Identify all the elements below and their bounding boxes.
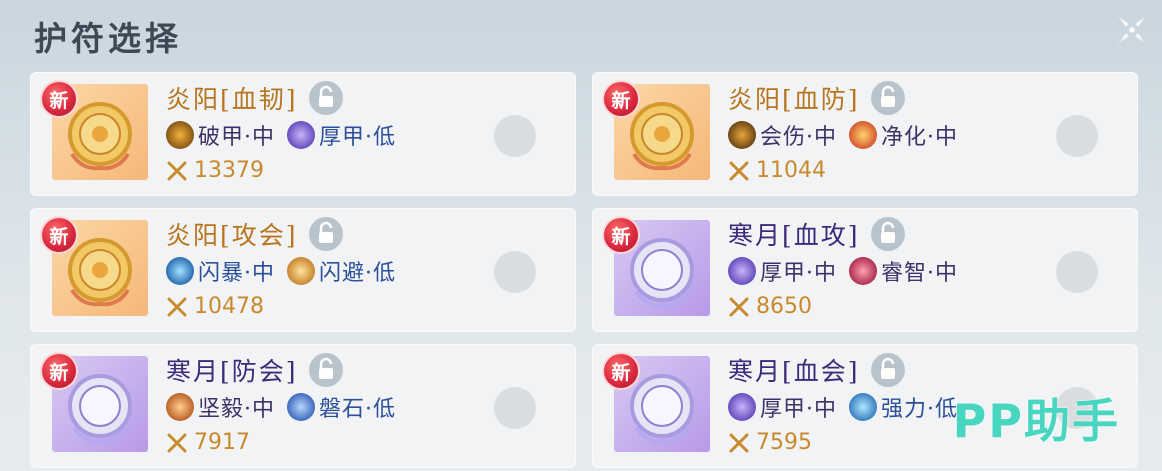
new-badge: 新 — [42, 354, 76, 388]
select-radio[interactable] — [1056, 251, 1098, 293]
armor-break-icon — [166, 121, 194, 149]
new-badge: 新 — [604, 82, 638, 116]
close-icon[interactable] — [1112, 10, 1152, 50]
power-value: 7595 — [756, 430, 812, 455]
property: 强力·低 — [849, 391, 958, 423]
property: 坚毅·中 — [166, 391, 275, 423]
lock-icon[interactable] — [870, 80, 906, 116]
property-label: 坚毅·中 — [198, 397, 275, 422]
combat-power: 7595 — [728, 430, 812, 455]
charm-properties: 厚甲·中 强力·低 — [728, 392, 970, 422]
wisdom-icon — [849, 257, 877, 285]
crossed-swords-icon — [167, 297, 187, 316]
property-label: 厚甲·中 — [760, 397, 837, 422]
charm-properties: 坚毅·中 磐石·低 — [166, 392, 408, 422]
property: 净化·中 — [849, 119, 958, 151]
property: 闪暴·中 — [166, 255, 275, 287]
charm-properties: 厚甲·中 睿智·中 — [728, 256, 970, 286]
crossed-swords-icon — [729, 297, 749, 316]
property-label: 厚甲·中 — [760, 261, 837, 286]
combat-power: 11044 — [728, 158, 826, 183]
charm-name: 炎阳[血防] — [728, 85, 860, 114]
charm-name: 寒月[血攻] — [728, 221, 860, 250]
charm-card[interactable]: 新 寒月[血攻] 厚甲·中 睿智·中 8650 — [592, 208, 1138, 332]
power-value: 7917 — [194, 430, 250, 455]
property-label: 会伤·中 — [760, 125, 837, 150]
charm-name: 寒月[防会] — [166, 357, 298, 386]
page-title: 护符选择 — [34, 19, 182, 58]
new-badge: 新 — [42, 82, 76, 116]
property: 厚甲·中 — [728, 255, 837, 287]
new-badge: 新 — [604, 218, 638, 252]
new-badge: 新 — [42, 218, 76, 252]
power-value: 13379 — [194, 158, 264, 183]
charm-card[interactable]: 新 炎阳[血韧] 破甲·中 厚甲·低 13379 — [30, 72, 576, 196]
select-radio[interactable] — [494, 387, 536, 429]
select-radio[interactable] — [1056, 115, 1098, 157]
power-value: 8650 — [756, 294, 812, 319]
resolute-icon — [166, 393, 194, 421]
property-label: 闪避·低 — [319, 261, 396, 286]
crossed-swords-icon — [729, 433, 749, 452]
charm-properties: 闪暴·中 闪避·低 — [166, 256, 408, 286]
property: 磐石·低 — [287, 391, 396, 423]
thick-armor-icon — [728, 257, 756, 285]
lock-icon[interactable] — [308, 80, 344, 116]
power-value: 10478 — [194, 294, 264, 319]
flash-burst-icon — [166, 257, 194, 285]
combat-power: 7917 — [166, 430, 250, 455]
lock-icon[interactable] — [870, 216, 906, 252]
charm-card[interactable]: 新 寒月[防会] 坚毅·中 磐石·低 7917 — [30, 344, 576, 468]
property: 厚甲·中 — [728, 391, 837, 423]
lock-icon[interactable] — [870, 352, 906, 388]
lock-icon[interactable] — [308, 352, 344, 388]
property-label: 厚甲·低 — [319, 125, 396, 150]
select-radio[interactable] — [494, 251, 536, 293]
boulder-icon — [287, 393, 315, 421]
property-label: 强力·低 — [881, 397, 958, 422]
strength-icon — [849, 393, 877, 421]
crossed-swords-icon — [167, 433, 187, 452]
property: 睿智·中 — [849, 255, 958, 287]
combat-power: 8650 — [728, 294, 812, 319]
combat-power: 10478 — [166, 294, 264, 319]
watermark: PP助手 — [952, 394, 1120, 448]
property-label: 闪暴·中 — [198, 261, 275, 286]
power-value: 11044 — [756, 158, 826, 183]
crit-damage-icon — [728, 121, 756, 149]
lock-icon[interactable] — [308, 216, 344, 252]
property: 会伤·中 — [728, 119, 837, 151]
property-label: 净化·中 — [881, 125, 958, 150]
property-label: 磐石·低 — [319, 397, 396, 422]
thick-armor-icon — [728, 393, 756, 421]
crossed-swords-icon — [729, 161, 749, 180]
charm-name: 炎阳[血韧] — [166, 85, 298, 114]
new-badge: 新 — [604, 354, 638, 388]
select-radio[interactable] — [494, 115, 536, 157]
charm-card[interactable]: 新 炎阳[血防] 会伤·中 净化·中 11044 — [592, 72, 1138, 196]
property-label: 破甲·中 — [198, 125, 275, 150]
crossed-swords-icon — [167, 161, 187, 180]
property: 厚甲·低 — [287, 119, 396, 151]
flash-dodge-icon — [287, 257, 315, 285]
combat-power: 13379 — [166, 158, 264, 183]
charm-properties: 破甲·中 厚甲·低 — [166, 120, 408, 150]
charm-properties: 会伤·中 净化·中 — [728, 120, 970, 150]
property-label: 睿智·中 — [881, 261, 958, 286]
property: 破甲·中 — [166, 119, 275, 151]
property: 闪避·低 — [287, 255, 396, 287]
charm-name: 寒月[血会] — [728, 357, 860, 386]
charm-name: 炎阳[攻会] — [166, 221, 298, 250]
purify-icon — [849, 121, 877, 149]
thick-armor-icon — [287, 121, 315, 149]
charm-card[interactable]: 新 炎阳[攻会] 闪暴·中 闪避·低 10478 — [30, 208, 576, 332]
